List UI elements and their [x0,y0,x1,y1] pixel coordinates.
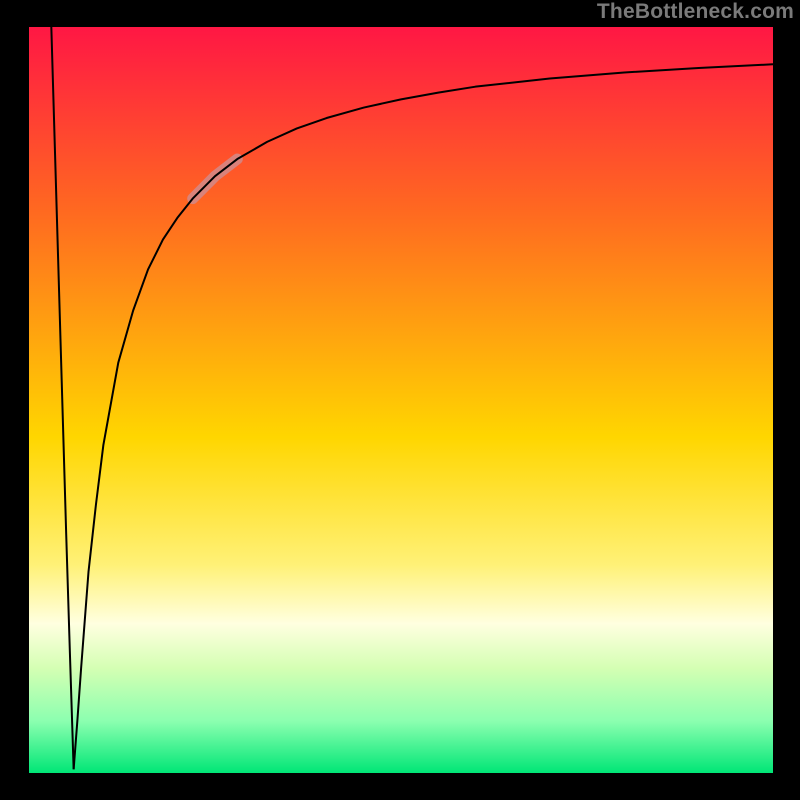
chart-svg [0,0,800,800]
watermark-text: TheBottleneck.com [597,0,794,24]
chart-container: TheBottleneck.com [0,0,800,800]
chart-plot-bg [29,27,773,773]
